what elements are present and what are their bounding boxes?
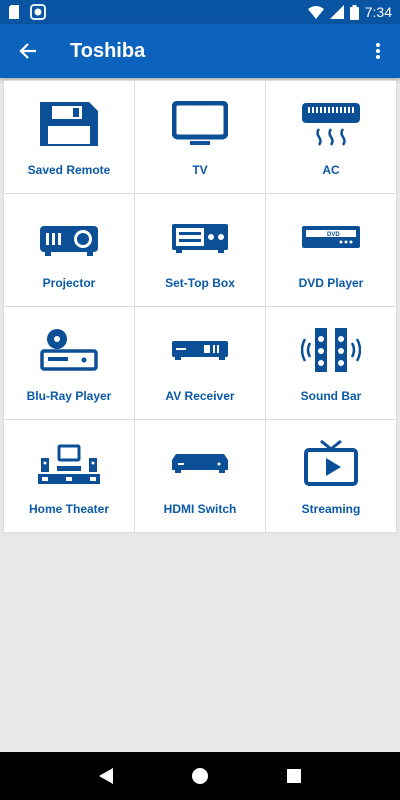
- device-label: Saved Remote: [27, 163, 111, 177]
- home-theater-icon: [38, 444, 100, 484]
- device-tile-saved-remote[interactable]: Saved Remote: [4, 81, 134, 193]
- status-time: 7:34: [364, 4, 392, 20]
- wifi-icon: [307, 6, 324, 19]
- streaming-icon: [304, 439, 358, 486]
- back-arrow-icon: [19, 43, 36, 59]
- nav-home-icon[interactable]: [191, 767, 209, 785]
- device-tile-sound-bar[interactable]: Sound Bar: [266, 307, 396, 419]
- page-title: Toshiba: [70, 39, 146, 62]
- device-grid: Saved Remote TV AC Projector Set-Top Box…: [3, 80, 397, 533]
- device-tile-home-theater[interactable]: Home Theater: [4, 420, 134, 532]
- battery-icon: [349, 4, 359, 20]
- device-tile-dvd-player[interactable]: DVD DVD Player: [266, 194, 396, 306]
- air-conditioner-icon: [302, 103, 360, 146]
- device-label: DVD Player: [298, 276, 364, 290]
- system-nav-bar: [0, 752, 400, 800]
- device-tile-av-receiver[interactable]: AV Receiver: [135, 307, 265, 419]
- device-label: TV: [192, 163, 208, 177]
- status-bar: 7:34: [0, 0, 400, 24]
- device-label: AV Receiver: [165, 389, 235, 403]
- device-tile-set-top-box[interactable]: Set-Top Box: [135, 194, 265, 306]
- device-label: Projector: [42, 276, 96, 290]
- dvd-label-text: DVD: [327, 232, 340, 238]
- nav-back-icon[interactable]: [98, 767, 114, 785]
- projector-icon: [40, 226, 98, 256]
- back-button[interactable]: [0, 24, 56, 78]
- set-top-box-icon: [172, 224, 228, 253]
- device-label: Set-Top Box: [165, 276, 235, 290]
- more-vert-icon: [376, 43, 380, 59]
- blu-ray-player-icon: [40, 329, 98, 371]
- device-tile-tv[interactable]: TV: [135, 81, 265, 193]
- device-label: AC: [322, 163, 340, 177]
- device-tile-blu-ray-player[interactable]: Blu-Ray Player: [4, 307, 134, 419]
- device-tile-projector[interactable]: Projector: [4, 194, 134, 306]
- device-label: Blu-Ray Player: [26, 389, 112, 403]
- app-bar: Toshiba: [0, 24, 400, 78]
- device-label: Home Theater: [28, 502, 110, 516]
- device-tile-ac[interactable]: AC: [266, 81, 396, 193]
- device-label: Sound Bar: [300, 389, 362, 403]
- cell-signal-icon: [329, 5, 344, 19]
- device-label: Streaming: [301, 502, 361, 516]
- floppy-disk-icon: [40, 102, 98, 146]
- dvd-player-icon: DVD: [302, 226, 360, 248]
- overflow-menu-button[interactable]: [356, 24, 400, 78]
- record-icon: [30, 4, 46, 20]
- device-tile-hdmi-switch[interactable]: HDMI Switch: [135, 420, 265, 532]
- sound-bar-icon: [301, 328, 361, 372]
- av-receiver-icon: [172, 341, 228, 360]
- nav-recents-icon[interactable]: [286, 768, 302, 784]
- tv-icon: [172, 101, 228, 145]
- device-tile-streaming[interactable]: Streaming: [266, 420, 396, 532]
- device-label: HDMI Switch: [163, 502, 237, 516]
- sd-card-icon: [9, 5, 19, 19]
- hdmi-switch-icon: [172, 454, 228, 473]
